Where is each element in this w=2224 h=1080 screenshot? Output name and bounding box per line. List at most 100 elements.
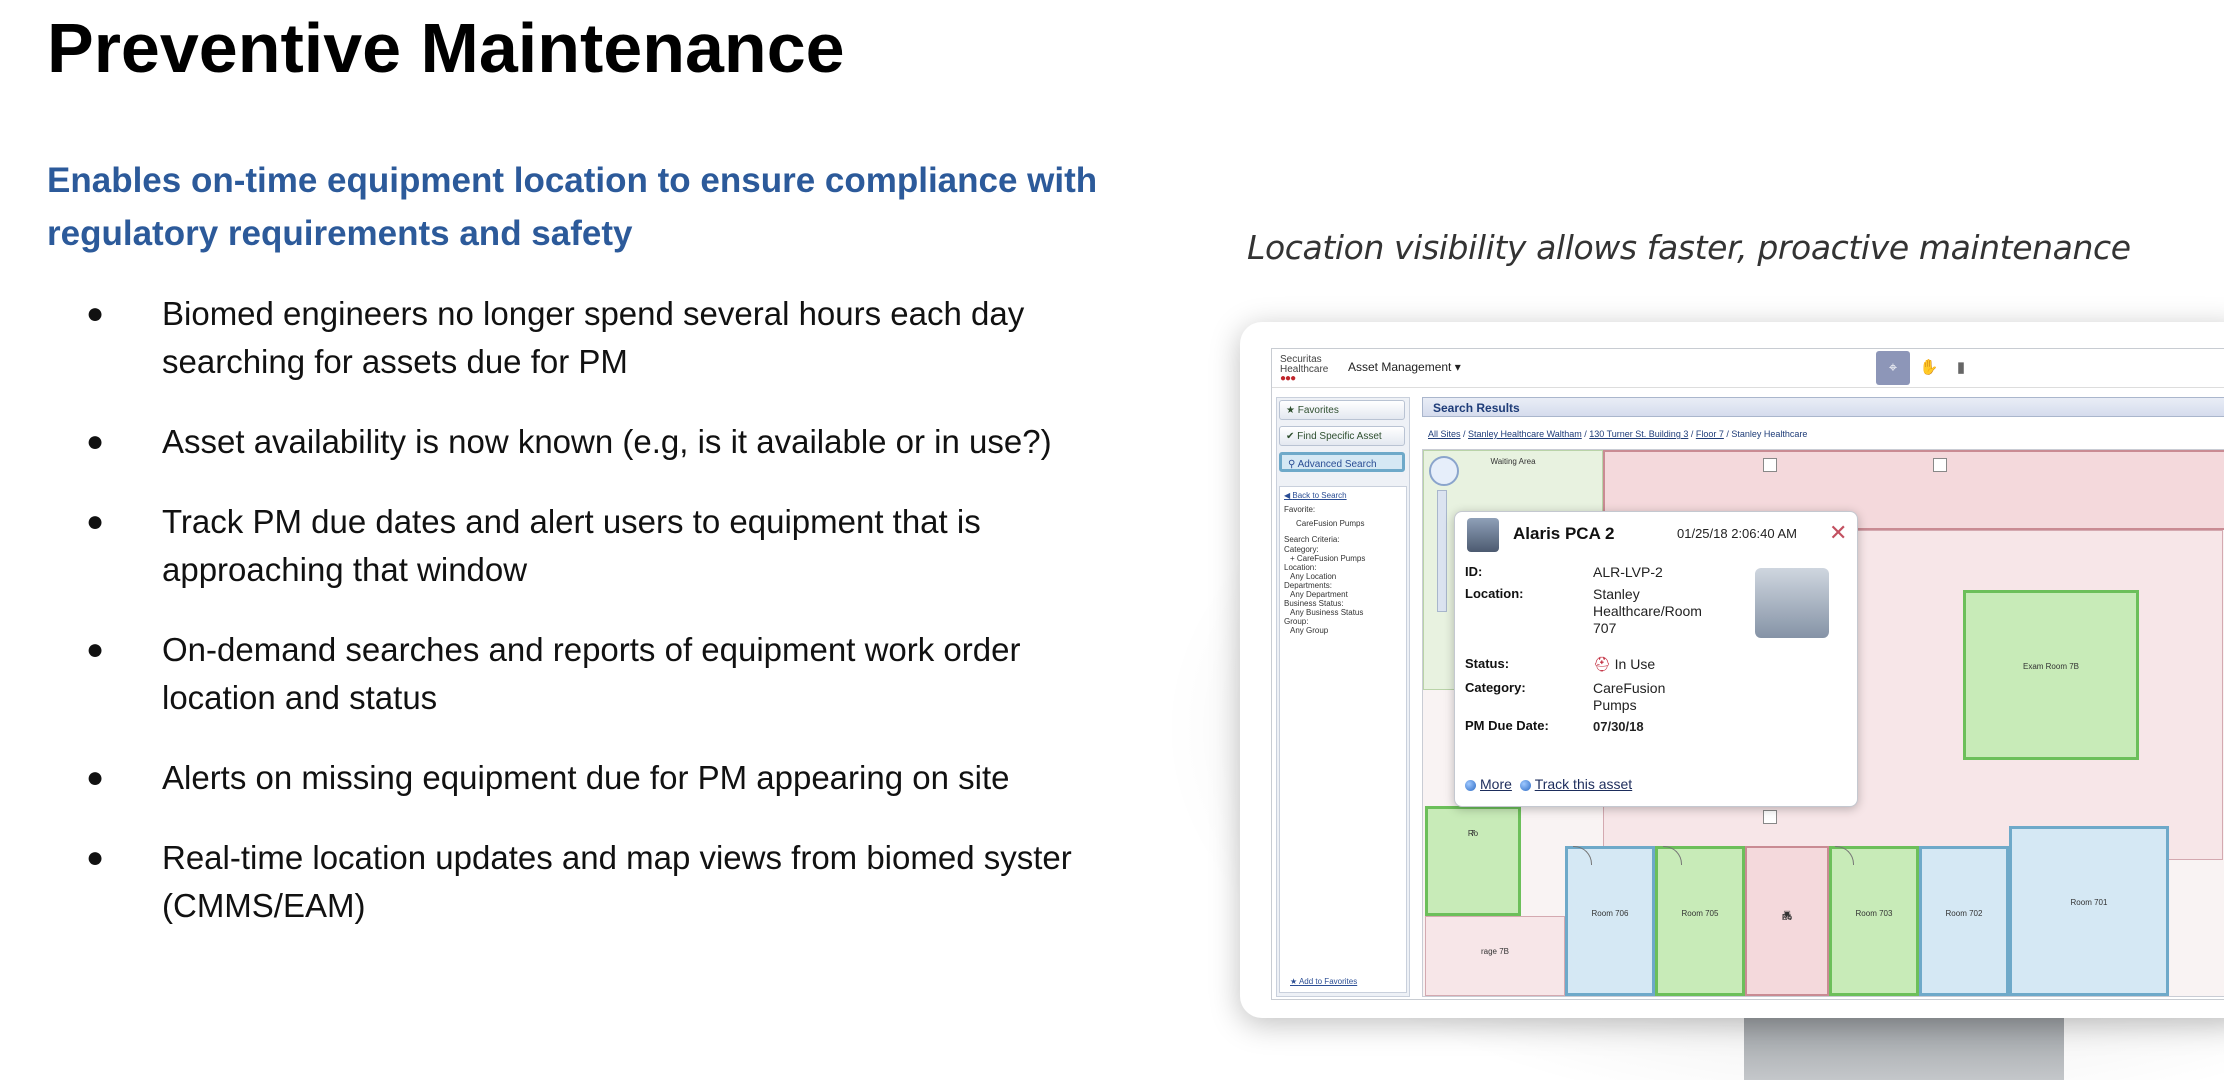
room-label: Room 703	[1855, 909, 1893, 919]
crumb-site[interactable]: Stanley Healthcare Waltham	[1468, 429, 1582, 439]
bullet-dot: ●	[86, 505, 105, 538]
room-label: 7	[1470, 829, 1476, 838]
find-specific-asset-button[interactable]: ✔ Find Specific Asset	[1279, 426, 1405, 446]
track-asset-link[interactable]: Track this asset	[1535, 776, 1633, 792]
back-to-search-link[interactable]: ◀ Back to Search	[1284, 491, 1347, 500]
popup-timestamp: 01/25/18 2:06:40 AM	[1677, 526, 1797, 541]
bullet-item: ● Asset availability is now known (e.g, i…	[80, 418, 1120, 466]
room-702[interactable]: Room 702	[1919, 846, 2009, 996]
status-text: In Use	[1614, 656, 1656, 672]
slide-title: Preventive Maintenance	[47, 9, 845, 87]
search-criteria-panel: ◀ Back to Search Favorite: CareFusion Pu…	[1279, 486, 1407, 993]
breadcrumb: All Sites / Stanley Healthcare Waltham /…	[1428, 429, 1807, 439]
room-703[interactable]: Room 703	[1829, 846, 1919, 996]
hand-icon[interactable]: ✋	[1912, 351, 1946, 385]
criteria-label: Search Criteria:	[1284, 535, 1340, 544]
asset-icon	[1467, 518, 1499, 552]
pan-control-icon[interactable]	[1429, 456, 1459, 486]
find-label: Find Specific Asset	[1297, 431, 1382, 442]
caption: Location visibility allows faster, proac…	[1247, 228, 2131, 267]
locate-icon[interactable]: ⌖	[1876, 351, 1910, 385]
category-value: CareFusion Pumps	[1593, 680, 1666, 713]
departments-label: Departments:	[1284, 581, 1333, 590]
bullet-dot: ●	[86, 297, 105, 330]
favorite-value[interactable]: CareFusion Pumps	[1296, 519, 1364, 528]
room-label: Exam Room 7B	[2022, 661, 2080, 671]
app-header: Securitas Healthcare ●●● Asset Managemen…	[1272, 349, 2224, 388]
room-label: rage 7B	[1480, 947, 1510, 956]
business-status-label: Business Status:	[1284, 599, 1344, 608]
pm-due-value: 07/30/18	[1593, 719, 1644, 734]
favorites-label: Favorites	[1297, 405, 1339, 416]
room-label: Room 706	[1591, 909, 1629, 919]
bullet-text: Track PM due dates and alert users to eq…	[162, 503, 981, 588]
globe-icon	[1465, 779, 1476, 791]
brand-logo: Securitas Healthcare	[1280, 355, 1340, 375]
room-left[interactable]: Ro 7	[1425, 806, 1521, 916]
advanced-label: Advanced Search	[1297, 459, 1377, 470]
bullet-text: Asset availability is now known (e.g, is…	[162, 423, 1052, 460]
bullet-item: ● Alerts on missing equipment due for PM …	[80, 754, 1120, 802]
chart-icon[interactable]: ▮	[1944, 351, 1978, 385]
back-label: Back to Search	[1292, 491, 1347, 500]
crumb-all-sites[interactable]: All Sites	[1428, 429, 1461, 439]
location-value: Any Location	[1290, 572, 1337, 581]
bullet-dot: ●	[86, 841, 105, 874]
room-label: 04	[1782, 913, 1792, 923]
pm-due-label: PM Due Date:	[1465, 718, 1549, 733]
advanced-search-button[interactable]: ⚲ Advanced Search	[1279, 452, 1405, 472]
storage-7b[interactable]: rage 7B	[1425, 916, 1565, 996]
bullet-list: ● Biomed engineers no longer spend severa…	[80, 290, 1120, 962]
asset-popup: Alaris PCA 2 01/25/18 2:06:40 AM ✕ ID: A…	[1454, 511, 1858, 807]
favorite-label: Favorite:	[1284, 505, 1316, 514]
bullet-text: On-demand searches and reports of equipm…	[162, 631, 1021, 716]
id-value: ALR-LVP-2	[1593, 564, 1663, 580]
brand-dots: ●●●	[1280, 373, 1296, 384]
map-marker-square	[1763, 458, 1777, 472]
id-label: ID:	[1465, 564, 1483, 579]
bullet-item: ● Real-time location updates and map view…	[80, 834, 1120, 930]
room-label: Room 705	[1681, 909, 1719, 919]
bullet-item: ● Track PM due dates and alert users to e…	[80, 498, 1120, 594]
popup-links: More Track this asset	[1465, 776, 1632, 792]
more-link[interactable]: More	[1480, 776, 1512, 792]
location-label: Location:	[1284, 563, 1317, 572]
bullet-text: Real-time location updates and map views…	[162, 839, 1072, 924]
status-label: Status:	[1465, 656, 1510, 671]
business-status-value: Any Business Status	[1290, 608, 1364, 617]
room-701[interactable]: Room 701	[2009, 826, 2169, 996]
add-to-favorites-link[interactable]: ★ Add to Favorites	[1290, 977, 1357, 986]
bullet-dot: ●	[86, 425, 105, 458]
bullet-text: Alerts on missing equipment due for PM a…	[162, 759, 1010, 796]
map-marker-square	[1933, 458, 1947, 472]
in-use-icon: ⛑	[1593, 656, 1611, 672]
exam-room-7b[interactable]: Exam Room 7B	[1963, 590, 2139, 760]
crumb-building[interactable]: 130 Turner St. Building 3	[1589, 429, 1688, 439]
crumb-sep: /	[1460, 429, 1469, 439]
room-705[interactable]: Room 705	[1655, 846, 1745, 996]
room-706[interactable]: Room 706	[1565, 846, 1655, 996]
asset-management-menu[interactable]: Asset Management ▾	[1348, 360, 1461, 374]
category-label: Category:	[1465, 680, 1526, 695]
group-value: Any Group	[1290, 626, 1329, 635]
close-icon[interactable]: ✕	[1829, 520, 1847, 546]
app-screen: Securitas Healthcare ●●● Asset Managemen…	[1271, 348, 2224, 1000]
globe-icon	[1519, 779, 1531, 791]
crumb-floor[interactable]: Floor 7	[1696, 429, 1724, 439]
category-label: Category:	[1284, 545, 1319, 554]
favorites-button[interactable]: ★ Favorites	[1279, 400, 1405, 420]
bullet-dot: ●	[86, 633, 105, 666]
crumb-sep: /	[1688, 429, 1696, 439]
room-label: Room 701	[2070, 897, 2108, 907]
location-label: Location:	[1465, 586, 1524, 601]
room-label: Room 702	[1945, 909, 1983, 919]
slide-subtitle: Enables on-time equipment location to en…	[47, 161, 1098, 253]
pump-image	[1755, 568, 1829, 638]
location-value: Stanley Healthcare/Room 707	[1593, 586, 1702, 636]
zoom-slider[interactable]	[1437, 490, 1447, 612]
crumb-current: Stanley Healthcare	[1731, 429, 1808, 439]
sidebar: ★ Favorites ✔ Find Specific Asset ⚲ Adva…	[1276, 397, 1410, 997]
bullet-text: Biomed engineers no longer spend several…	[162, 295, 1025, 380]
room-704[interactable]: Ro ▣ 04	[1745, 846, 1829, 996]
bullet-dot: ●	[86, 761, 105, 794]
